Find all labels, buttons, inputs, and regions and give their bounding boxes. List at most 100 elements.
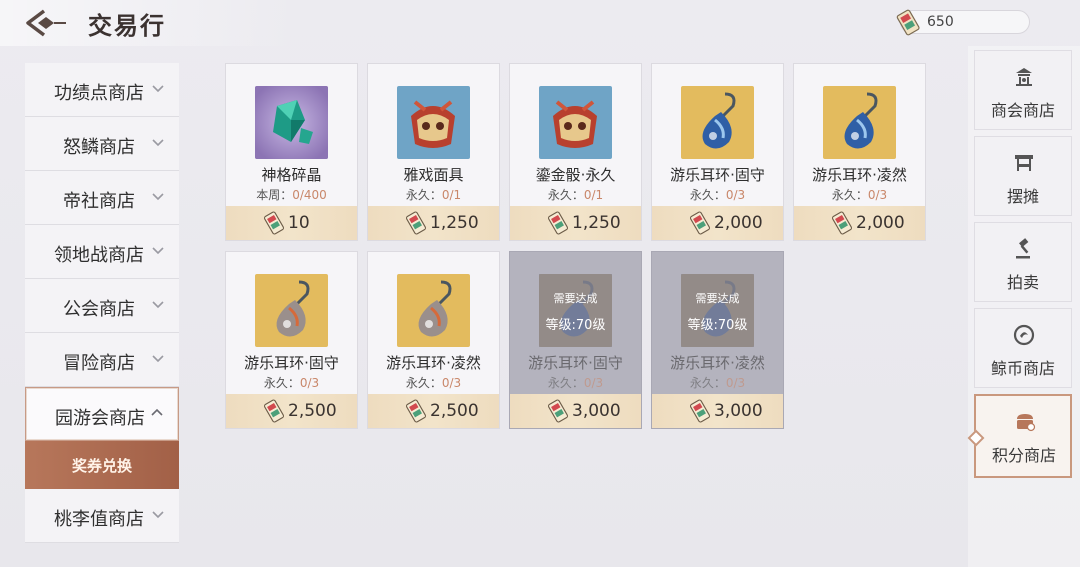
shop-item-card[interactable]: 神格碎晶 本周：0/400 10 (225, 63, 358, 241)
item-limit: 永久：0/3 (794, 186, 925, 203)
guild-shop-icon (1016, 68, 1032, 86)
shop-item-card[interactable]: 游乐耳环·固守 永久：0/3 2,000 (651, 63, 784, 241)
lock-requirement-label: 需要达成 (553, 292, 598, 305)
nav-item-peach-plum-shop[interactable]: 桃李值商店 (25, 489, 179, 543)
item-name: 鎏金骰·永久 (535, 166, 616, 184)
price-bar: 2,500 (368, 394, 499, 428)
shop-item-card[interactable]: 游乐耳环·固守 永久：0/3 2,500 (225, 251, 358, 429)
shop-item-card-locked[interactable]: 需要达成 等级:70级 游乐耳环·固守 永久：0/3 3,000 (509, 251, 642, 429)
nav-item-adventure-shop[interactable]: 冒险商店 (25, 333, 179, 387)
right-market-nav: 商会商店 摆摊 拍卖 鲸币商店 积分商店 (967, 46, 1080, 567)
item-name: 游乐耳环·固守 (670, 166, 765, 184)
price-bar: 1,250 (368, 206, 499, 240)
limit-prefix: 永久： (831, 188, 868, 202)
shop-item-card[interactable]: 鎏金骰·永久 永久：0/1 1,250 (509, 63, 642, 241)
limit-prefix: 永久： (263, 376, 300, 390)
ticket-icon (405, 211, 427, 235)
lock-level-label: 等级:70级 (687, 318, 748, 333)
lock-requirement-label: 需要达成 (695, 292, 740, 305)
left-shop-nav: 功绩点商店 怒鳞商店 帝社商店 领地战商店 公会商店 冒险商店 园游会商店 奖券… (25, 63, 179, 543)
tab-label: 商会商店 (990, 101, 1055, 120)
stall-icon (1015, 155, 1033, 171)
shop-item-card[interactable]: 雅戏面具 永久：0/1 1,250 (367, 63, 500, 241)
shop-item-card-locked[interactable]: 需要达成 等级:70级 游乐耳环·凌然 永久：0/3 3,000 (651, 251, 784, 429)
mask-icon (397, 86, 470, 159)
item-price: 1,250 (572, 213, 621, 233)
earring-icon (255, 274, 328, 347)
tab-guild-shop[interactable]: 商会商店 (974, 50, 1072, 130)
nav-item-imperial-shop[interactable]: 帝社商店 (25, 171, 179, 225)
chevron-down-icon (152, 193, 164, 201)
chevron-down-icon (152, 355, 164, 363)
item-limit: 本周：0/400 (226, 186, 357, 203)
points-shop-icon (1017, 414, 1036, 432)
limit-prefix: 永久： (547, 188, 584, 202)
item-price: 10 (288, 213, 310, 233)
back-button[interactable] (24, 8, 68, 38)
item-name: 雅戏面具 (403, 166, 464, 184)
tab-stall[interactable]: 摆摊 (974, 136, 1072, 216)
item-limit: 永久：0/3 (652, 374, 783, 391)
level-lock-overlay: 需要达成 等级:70级 (681, 274, 754, 347)
item-price: 3,000 (572, 401, 621, 421)
limit-prefix: 永久： (405, 376, 442, 390)
gavel-icon (1016, 238, 1030, 259)
tab-whale-coin-shop[interactable]: 鲸币商店 (974, 308, 1072, 388)
tab-points-shop[interactable]: 积分商店 (967, 394, 1072, 478)
nav-item-rage-scale-shop[interactable]: 怒鳞商店 (25, 117, 179, 171)
currency-display: 650 (896, 9, 1030, 36)
tab-auction[interactable]: 拍卖 (974, 222, 1072, 302)
limit-count: 0/3 (583, 376, 604, 390)
nav-item-guild-shop[interactable]: 公会商店 (25, 279, 179, 333)
nav-item-territory-war-shop[interactable]: 领地战商店 (25, 225, 179, 279)
nav-item-merit-shop[interactable]: 功绩点商店 (25, 63, 179, 117)
tab-label: 积分商店 (991, 446, 1056, 465)
limit-count: 0/400 (292, 188, 327, 202)
item-name: 神格碎晶 (261, 166, 322, 184)
chevron-down-icon (152, 139, 164, 147)
tab-label: 拍卖 (1006, 273, 1039, 292)
ticket-icon (547, 211, 569, 235)
ticket-icon (263, 211, 285, 235)
item-price: 2,000 (856, 213, 905, 233)
ticket-icon (896, 9, 920, 36)
limit-count: 0/3 (441, 376, 462, 390)
crystal-shard-icon (255, 86, 328, 159)
item-price: 2,500 (288, 401, 337, 421)
shop-item-card[interactable]: 游乐耳环·凌然 永久：0/3 2,000 (793, 63, 926, 241)
ticket-icon (547, 399, 569, 423)
tab-label: 鲸币商店 (990, 359, 1055, 378)
item-limit: 永久：0/1 (368, 186, 499, 203)
price-bar: 2,000 (794, 206, 925, 240)
item-price: 1,250 (430, 213, 479, 233)
item-name: 游乐耳环·凌然 (670, 354, 765, 372)
item-name: 游乐耳环·固守 (528, 354, 623, 372)
limit-prefix: 永久： (689, 376, 726, 390)
item-limit: 永久：0/3 (652, 186, 783, 203)
item-name: 游乐耳环·固守 (244, 354, 339, 372)
ticket-icon (405, 399, 427, 423)
level-lock-overlay: 需要达成 等级:70级 (539, 274, 612, 347)
price-bar: 3,000 (652, 394, 783, 428)
item-limit: 永久：0/3 (226, 374, 357, 391)
shop-item-card[interactable]: 游乐耳环·凌然 永久：0/3 2,500 (367, 251, 500, 429)
tab-label: 摆摊 (1006, 187, 1039, 206)
nav-subitem-lottery-exchange[interactable]: 奖券兑换 (25, 441, 179, 489)
item-limit: 永久：0/3 (368, 374, 499, 391)
price-bar: 3,000 (510, 394, 641, 428)
earring-icon (823, 86, 896, 159)
limit-prefix: 永久： (547, 376, 584, 390)
limit-count: 0/3 (725, 376, 746, 390)
lock-level-label: 等级:70级 (545, 318, 606, 333)
limit-prefix: 永久： (689, 188, 726, 202)
price-bar: 10 (226, 206, 357, 240)
ticket-icon (263, 399, 285, 423)
limit-count: 0/3 (299, 376, 320, 390)
limit-count: 0/1 (583, 188, 604, 202)
chevron-down-icon (152, 247, 164, 255)
coin-icon (1013, 324, 1035, 346)
chevron-down-icon (152, 511, 164, 519)
earring-icon (681, 86, 754, 159)
limit-count: 0/3 (867, 188, 888, 202)
nav-item-carnival-shop[interactable]: 园游会商店 (25, 387, 179, 441)
